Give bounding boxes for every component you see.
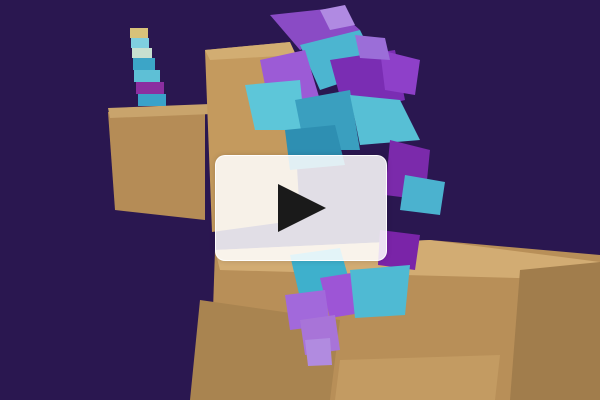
play-icon [278, 184, 326, 232]
play-button[interactable] [215, 155, 387, 261]
video-player[interactable] [0, 0, 600, 400]
